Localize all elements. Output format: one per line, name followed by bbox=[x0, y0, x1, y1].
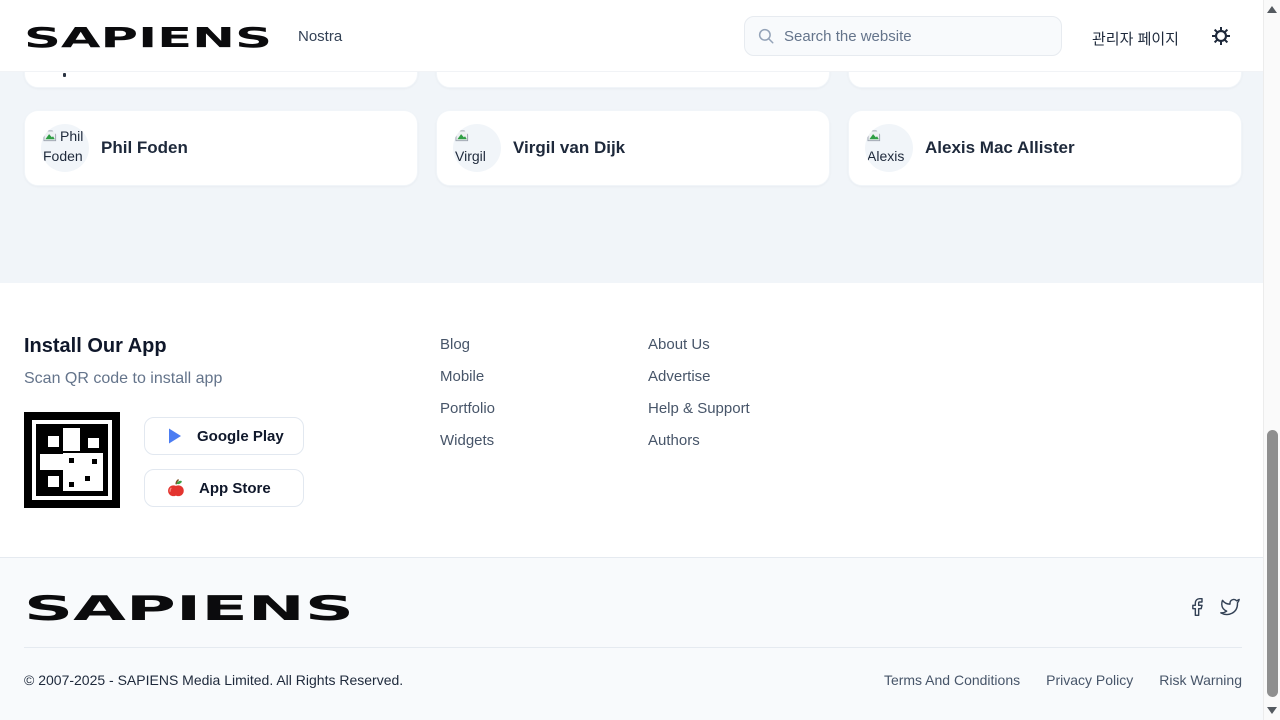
sapiens-logo-text: SAPIENS bbox=[24, 21, 272, 51]
install-app-subtitle: Scan QR code to install app bbox=[24, 370, 222, 388]
privacy-policy-link[interactable]: Privacy Policy bbox=[1046, 672, 1133, 688]
player-card-virgil-van-dijk[interactable]: Virgil van Dijk Virgil van Dijk bbox=[436, 110, 830, 186]
broken-image-icon bbox=[867, 129, 882, 143]
google-play-label: Google Play bbox=[197, 428, 284, 445]
broken-image-icon bbox=[455, 129, 470, 143]
search-icon bbox=[757, 27, 775, 45]
sapiens-footer-logo[interactable]: SAPIENS bbox=[24, 588, 356, 626]
avatar-alt-text: Alexis Mac Allister bbox=[867, 148, 909, 172]
search-box[interactable] bbox=[744, 16, 1062, 56]
footer-link-widgets[interactable]: Widgets bbox=[440, 432, 494, 449]
avatar-alt-text: Virgil van Dijk bbox=[455, 148, 486, 172]
legal-links: Terms And Conditions Privacy Policy Risk… bbox=[600, 672, 1242, 688]
search-input[interactable] bbox=[784, 28, 1049, 45]
scrollbar-thumb[interactable] bbox=[1267, 430, 1278, 697]
apple-icon bbox=[167, 479, 185, 498]
player-name: Alexis Mac Allister bbox=[925, 138, 1075, 158]
play-icon bbox=[167, 427, 183, 445]
avatar: Phil Foden bbox=[41, 124, 89, 172]
player-name: Virgil van Dijk bbox=[513, 138, 625, 158]
player-card-phil-foden[interactable]: Phil Foden Phil Foden bbox=[24, 110, 418, 186]
install-app-title: Install Our App bbox=[24, 335, 167, 358]
copyright-text: © 2007-2025 - SAPIENS Media Limited. All… bbox=[24, 672, 403, 688]
scrollbar-up-arrow[interactable] bbox=[1267, 6, 1277, 13]
gear-icon bbox=[1211, 26, 1231, 46]
facebook-icon[interactable] bbox=[1186, 597, 1208, 617]
sapiens-logo[interactable]: SAPIENS bbox=[24, 21, 274, 51]
avatar: Alexis Mac Allister bbox=[865, 124, 913, 172]
footer-bottom-strip bbox=[0, 557, 1263, 720]
player-name: Phil Foden bbox=[101, 138, 188, 158]
avatar: Virgil van Dijk bbox=[453, 124, 501, 172]
terms-link[interactable]: Terms And Conditions bbox=[884, 672, 1020, 688]
footer-link-authors[interactable]: Authors bbox=[648, 432, 700, 449]
footer-link-advertise[interactable]: Advertise bbox=[648, 368, 711, 385]
header: SAPIENS Nostra 관리자 페이지 bbox=[0, 0, 1263, 72]
scrollbar[interactable] bbox=[1263, 0, 1280, 720]
footer-link-blog[interactable]: Blog bbox=[440, 336, 470, 353]
clipped-avatar-text bbox=[63, 73, 66, 77]
sapiens-footer-logo-text: SAPIENS bbox=[24, 589, 354, 626]
admin-page-link[interactable]: 관리자 페이지 bbox=[1092, 28, 1179, 49]
player-card-alexis-mac-allister[interactable]: Alexis Mac Allister Alexis Mac Allister bbox=[848, 110, 1242, 186]
settings-button[interactable] bbox=[1211, 26, 1231, 46]
app-store-label: App Store bbox=[199, 480, 271, 497]
scrollbar-down-arrow[interactable] bbox=[1267, 707, 1277, 714]
twitter-icon[interactable] bbox=[1219, 597, 1241, 617]
footer-link-about-us[interactable]: About Us bbox=[648, 336, 710, 353]
footer-link-help-support[interactable]: Help & Support bbox=[648, 400, 750, 417]
site-subtitle: Nostra bbox=[298, 28, 342, 45]
footer-link-mobile[interactable]: Mobile bbox=[440, 368, 484, 385]
footer-link-portfolio[interactable]: Portfolio bbox=[440, 400, 495, 417]
google-play-button[interactable]: Google Play bbox=[144, 417, 304, 455]
app-store-button[interactable]: App Store bbox=[144, 469, 304, 507]
risk-warning-link[interactable]: Risk Warning bbox=[1159, 672, 1242, 688]
qr-code-image bbox=[24, 412, 120, 508]
broken-image-icon bbox=[43, 129, 58, 143]
footer-divider bbox=[24, 647, 1242, 648]
